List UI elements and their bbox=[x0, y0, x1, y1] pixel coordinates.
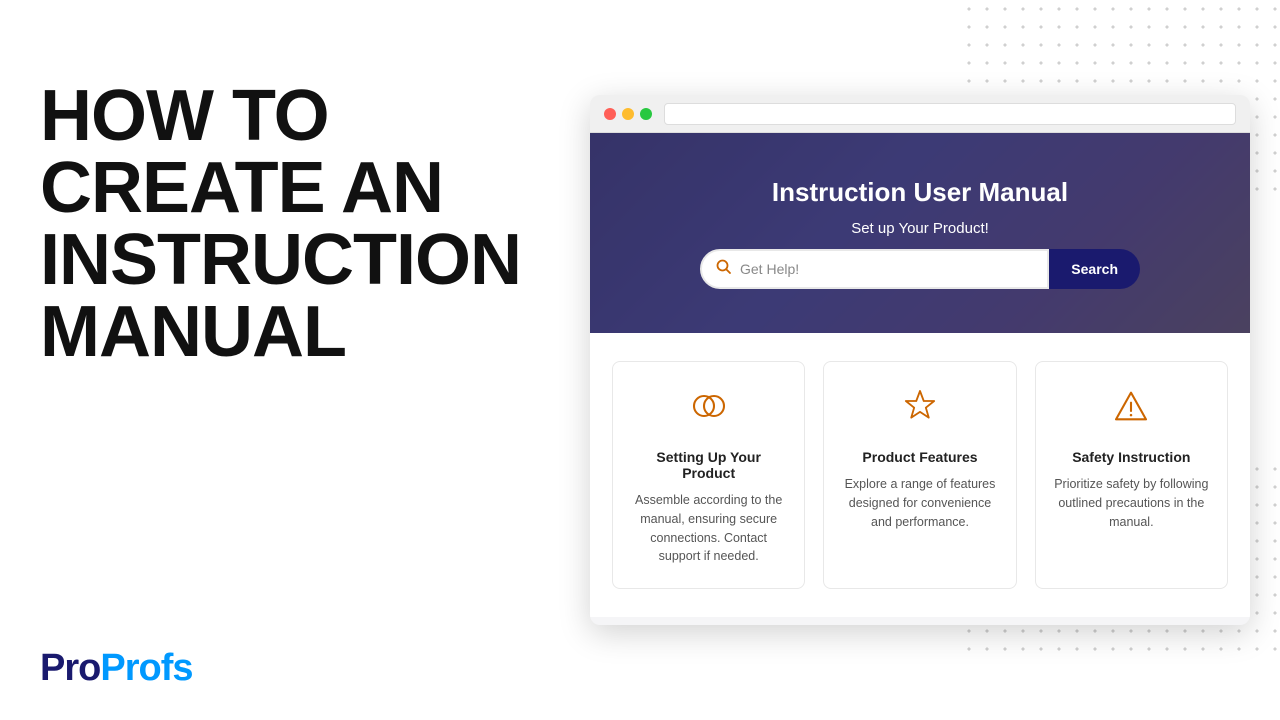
dot-green[interactable] bbox=[640, 108, 652, 120]
logo-pro: Pro bbox=[40, 647, 100, 689]
title-line-2: CREATE AN bbox=[40, 148, 443, 228]
browser-hero: Instruction User Manual Set up Your Prod… bbox=[590, 133, 1250, 333]
card-setup: Setting Up Your Product Assemble accordi… bbox=[612, 361, 805, 589]
logo-profs: Profs bbox=[100, 647, 192, 689]
cards-container: Setting Up Your Product Assemble accordi… bbox=[590, 333, 1250, 617]
star-icon bbox=[900, 386, 940, 435]
title-line-1: HOW TO bbox=[40, 76, 329, 156]
circles-icon bbox=[689, 386, 729, 435]
card-features-desc: Explore a range of features designed for… bbox=[842, 475, 997, 531]
title-line-4: MANUAL bbox=[40, 292, 346, 372]
card-safety-desc: Prioritize safety by following outlined … bbox=[1054, 475, 1209, 531]
card-features: Product Features Explore a range of feat… bbox=[823, 361, 1016, 589]
browser-bar bbox=[590, 95, 1250, 133]
left-panel: HOW TO CREATE AN INSTRUCTION MANUAL bbox=[40, 80, 540, 368]
warning-icon bbox=[1111, 386, 1151, 435]
browser-dots bbox=[604, 108, 652, 120]
main-title: HOW TO CREATE AN INSTRUCTION MANUAL bbox=[40, 80, 540, 368]
hero-title: Instruction User Manual bbox=[772, 177, 1068, 208]
url-bar[interactable] bbox=[664, 103, 1236, 125]
card-features-title: Product Features bbox=[862, 449, 977, 465]
card-safety-title: Safety Instruction bbox=[1072, 449, 1190, 465]
browser-window: Instruction User Manual Set up Your Prod… bbox=[590, 95, 1250, 625]
card-setup-desc: Assemble according to the manual, ensuri… bbox=[631, 491, 786, 566]
search-button[interactable]: Search bbox=[1049, 249, 1140, 289]
dot-yellow[interactable] bbox=[622, 108, 634, 120]
card-setup-title: Setting Up Your Product bbox=[631, 449, 786, 481]
card-safety: Safety Instruction Prioritize safety by … bbox=[1035, 361, 1228, 589]
search-placeholder: Get Help! bbox=[740, 261, 799, 277]
logo-area: ProProfs bbox=[40, 647, 193, 690]
hero-search: Get Help! Search bbox=[700, 249, 1140, 289]
hero-subtitle: Set up Your Product! bbox=[851, 220, 989, 237]
search-icon bbox=[716, 259, 732, 280]
search-box: Get Help! bbox=[700, 249, 1049, 289]
dot-red[interactable] bbox=[604, 108, 616, 120]
title-line-3: INSTRUCTION bbox=[40, 220, 521, 300]
